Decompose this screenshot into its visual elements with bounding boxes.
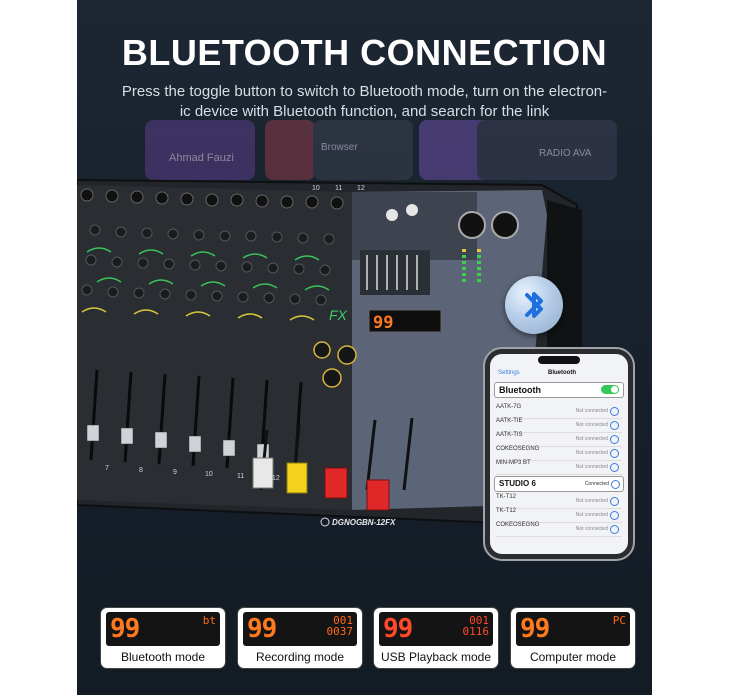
led-display: 99 PC: [516, 612, 630, 646]
phone-notch: [538, 356, 580, 364]
connected-device-row[interactable]: STUDIO 6 Connected: [494, 476, 624, 492]
display-detail: bt: [202, 614, 216, 627]
page-title: BLUETOOTH CONNECTION: [121, 32, 608, 73]
device-status: Not connected: [575, 464, 608, 470]
subtitle-line-1: Press the toggle button to switch to Blu…: [121, 83, 608, 100]
display-detail: 001 0116: [462, 614, 490, 638]
brand-logo: DGNOG: [332, 518, 362, 527]
info-icon[interactable]: [610, 449, 619, 458]
nav-back-button[interactable]: Settings: [498, 370, 520, 376]
device-status: Not connected: [575, 526, 608, 532]
device-row[interactable]: MIN-MP3 BT Not connected: [496, 460, 622, 475]
device-name: TK-T12: [496, 494, 517, 500]
mixer-display-value: 99: [373, 313, 393, 333]
device-row[interactable]: TK-T12 Not connected: [496, 494, 622, 509]
channel-number-top: 11: [335, 185, 342, 192]
display-number: 99: [247, 614, 277, 644]
channel-number: 8: [139, 467, 143, 474]
mode-card-computer: 99 PC Computer mode: [511, 608, 635, 668]
model-name: BN-12FX: [362, 518, 396, 527]
device-name: AATK-TIE: [496, 418, 523, 424]
page-subtitle: Press the toggle button to switch to Blu…: [117, 82, 612, 122]
device-status: Not connected: [575, 436, 608, 442]
info-icon[interactable]: [610, 511, 619, 520]
device-name: COKEOSEGNG: [496, 522, 540, 528]
display-number: 99: [520, 614, 550, 644]
device-name: TK-T12: [496, 508, 517, 514]
bluetooth-icon: [505, 276, 563, 334]
mode-card-usb-playback: 99 001 0116 USB Playback mode: [374, 608, 498, 668]
led-display: 99 001 0116: [379, 612, 493, 646]
channel-number-top: 12: [357, 185, 365, 192]
bluetooth-toggle[interactable]: [601, 385, 619, 394]
channel-number: 7: [105, 465, 109, 472]
led-display: 99 bt: [106, 612, 220, 646]
info-icon[interactable]: [610, 421, 619, 430]
info-icon[interactable]: [610, 463, 619, 472]
display-number: 99: [383, 614, 413, 644]
device-name: AATK-7G: [496, 404, 522, 410]
toggle-knob: [611, 386, 618, 393]
device-status: Not connected: [575, 422, 608, 428]
fx-label: FX: [329, 307, 348, 323]
connected-device-name: STUDIO 6: [499, 479, 536, 488]
channel-number: 9: [173, 469, 177, 476]
channel-number-top: 10: [312, 185, 320, 192]
browser-label: Browser: [321, 142, 358, 153]
info-icon[interactable]: [610, 525, 619, 534]
device-name: COKEOSEGNG: [496, 446, 540, 452]
device-row[interactable]: COKEOSEGNG Not connected: [496, 446, 622, 461]
info-icon[interactable]: [611, 480, 620, 489]
device-status: Not connected: [575, 450, 608, 456]
channel-number: 12: [272, 475, 280, 482]
device-name: AATK-TIS: [496, 432, 523, 438]
device-row[interactable]: AATK-7G Not connected: [496, 404, 622, 419]
mode-label: USB Playback mode: [380, 650, 492, 664]
phone-screen: Settings Bluetooth Bluetooth AATK-7G Not …: [490, 354, 628, 554]
device-status: Not connected: [575, 512, 608, 518]
subtitle-line-2: ic device with Bluetooth function, and s…: [179, 103, 550, 120]
mode-label: Recording mode: [255, 650, 345, 664]
info-icon[interactable]: [610, 435, 619, 444]
device-row[interactable]: COKEOSEGNG Not connected: [496, 522, 622, 537]
device-row[interactable]: AATK-TIE Not connected: [496, 418, 622, 433]
display-number: 99: [110, 614, 140, 644]
device-row[interactable]: TK-T12 Not connected: [496, 508, 622, 523]
channel-number: 11: [237, 473, 244, 480]
device-status: Not connected: [575, 498, 608, 504]
mode-card-recording: 99 001 0037 Recording mode: [238, 608, 362, 668]
info-icon[interactable]: [610, 497, 619, 506]
display-detail: 001 0037: [326, 614, 354, 638]
mode-label: Bluetooth mode: [120, 650, 206, 664]
smartphone: Settings Bluetooth Bluetooth AATK-7G Not …: [482, 346, 636, 562]
led-display: 99 001 0037: [243, 612, 357, 646]
mode-label: Computer mode: [529, 650, 617, 664]
device-name: MIN-MP3 BT: [496, 460, 531, 466]
info-icon[interactable]: [610, 407, 619, 416]
bluetooth-setting-label: Bluetooth: [499, 385, 541, 395]
device-row[interactable]: AATK-TIS Not connected: [496, 432, 622, 447]
connected-status: Connected: [584, 481, 609, 487]
channel-number: 10: [205, 471, 213, 478]
device-status: Not connected: [575, 408, 608, 414]
radio-label: RADIO AVA: [539, 148, 592, 159]
nav-title: Bluetooth: [548, 370, 576, 376]
bluetooth-setting-row: Bluetooth: [494, 382, 624, 398]
mode-card-bluetooth: 99 bt Bluetooth mode: [101, 608, 225, 668]
display-detail: PC: [612, 614, 626, 627]
